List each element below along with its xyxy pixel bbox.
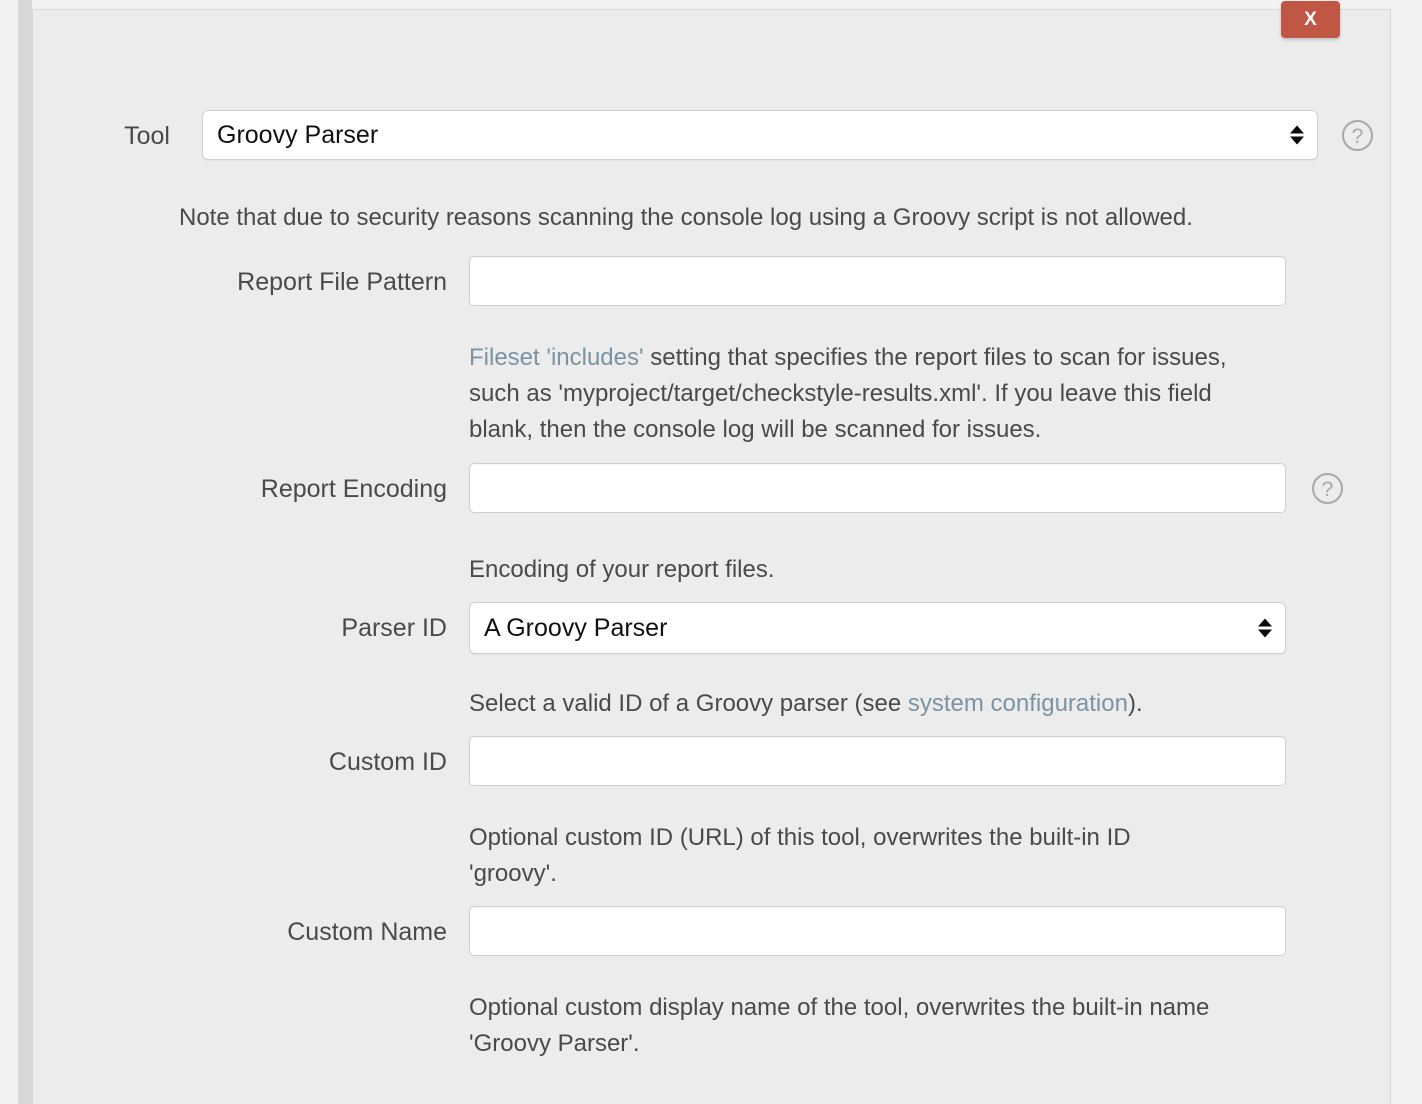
fileset-includes-link[interactable]: Fileset 'includes' — [469, 344, 644, 371]
report-file-pattern-description: Fileset 'includes' setting that specifie… — [469, 340, 1269, 448]
field-row-custom-id: Custom ID — [33, 736, 1373, 786]
tool-help-icon[interactable]: ? — [1342, 120, 1373, 151]
custom-name-description: Optional custom display name of the tool… — [469, 990, 1289, 1062]
tool-label: Tool — [33, 110, 170, 151]
parser-id-select-value: A Groovy Parser — [484, 614, 667, 643]
chevron-updown-icon — [1258, 619, 1272, 638]
parser-id-description: Select a valid ID of a Groovy parser (se… — [469, 686, 1299, 722]
parser-id-label: Parser ID — [33, 602, 447, 643]
delete-tool-button[interactable]: X — [1281, 1, 1340, 38]
field-row-parser-id: Parser ID A Groovy Parser — [33, 602, 1373, 654]
custom-id-description: Optional custom ID (URL) of this tool, o… — [469, 820, 1209, 892]
field-row-custom-name: Custom Name — [33, 906, 1373, 956]
parser-id-description-suffix: ). — [1128, 690, 1143, 717]
field-row-report-encoding: Report Encoding ? — [33, 463, 1373, 513]
left-gutter-bar — [18, 0, 32, 1104]
tool-select-value: Groovy Parser — [217, 121, 378, 150]
field-row-report-file-pattern: Report File Pattern — [33, 256, 1373, 306]
tool-select[interactable]: Groovy Parser — [202, 110, 1318, 160]
parser-id-select[interactable]: A Groovy Parser — [469, 602, 1286, 654]
parser-id-description-prefix: Select a valid ID of a Groovy parser (se… — [469, 690, 908, 717]
tool-configuration-panel: X Tool Groovy Parser ? Note that due to … — [32, 9, 1391, 1104]
report-encoding-label: Report Encoding — [33, 463, 447, 504]
report-encoding-description: Encoding of your report files. — [469, 552, 1269, 588]
report-file-pattern-label: Report File Pattern — [33, 256, 447, 297]
custom-id-input[interactable] — [469, 736, 1286, 786]
security-note: Note that due to security reasons scanni… — [179, 201, 1299, 235]
chevron-updown-icon — [1290, 126, 1304, 145]
custom-name-input[interactable] — [469, 906, 1286, 956]
report-encoding-input[interactable] — [469, 463, 1286, 513]
system-configuration-link[interactable]: system configuration — [908, 690, 1128, 717]
report-file-pattern-input[interactable] — [469, 256, 1286, 306]
tool-row: Tool Groovy Parser ? — [33, 110, 1373, 160]
custom-id-label: Custom ID — [33, 736, 447, 777]
report-encoding-help-icon[interactable]: ? — [1312, 473, 1343, 504]
custom-name-label: Custom Name — [33, 906, 447, 947]
